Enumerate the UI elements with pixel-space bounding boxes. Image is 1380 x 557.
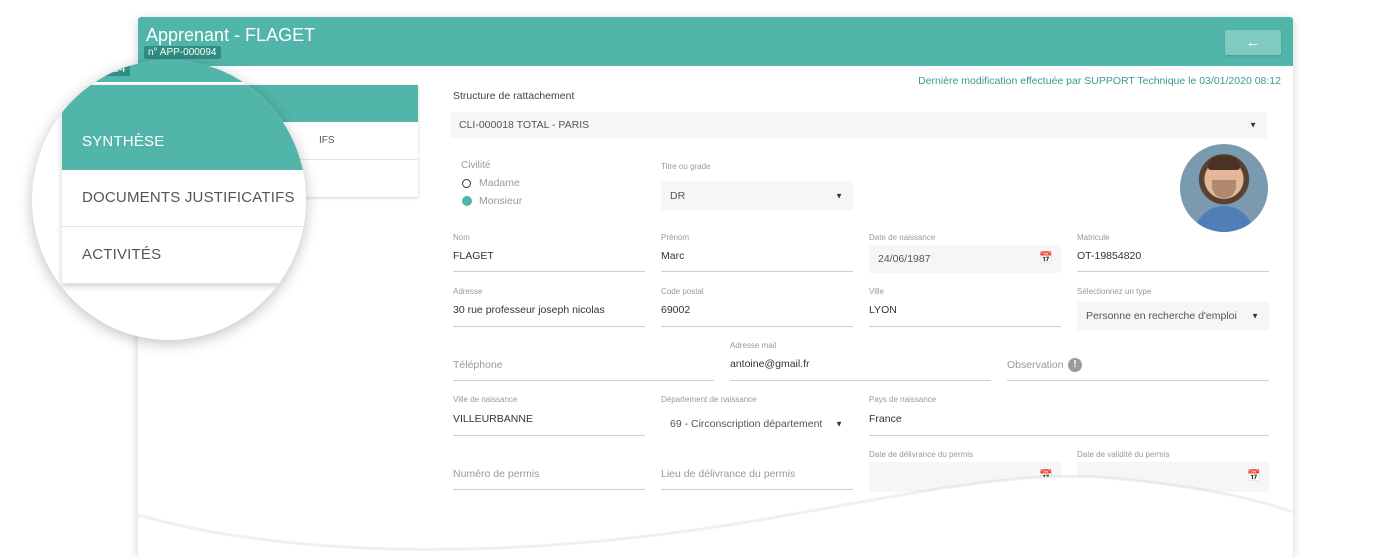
numero-permis-underline	[453, 489, 645, 490]
civilite-label: Civilité	[461, 160, 491, 171]
nom-input[interactable]: FLAGET	[453, 250, 494, 262]
date-naissance-value: 24/06/1987	[878, 253, 931, 265]
date-naissance-input[interactable]: 24/06/1987 📅	[869, 245, 1061, 273]
code-postal-label: Code postal	[661, 287, 704, 296]
magnifier-badge: 0094	[96, 62, 131, 76]
adresse-input[interactable]: 30 rue professeur joseph nicolas	[453, 304, 605, 316]
prenom-input[interactable]: Marc	[661, 250, 684, 262]
sidebar-item-synthese-zoomed[interactable]: SYNTHÈSE	[62, 114, 306, 170]
sidebar-item-documents-zoomed[interactable]: DOCUMENTS JUSTIFICATIFS	[62, 170, 306, 227]
code-postal-input[interactable]: 69002	[661, 304, 690, 316]
sidebar-item-activites-zoomed[interactable]: ACTIVITÉS	[62, 227, 306, 284]
matricule-input[interactable]: OT-19854820	[1077, 250, 1141, 262]
matricule-label: Matricule	[1077, 233, 1110, 242]
last-modification-text: Dernière modification effectuée par SUPP…	[918, 75, 1281, 87]
email-underline	[730, 380, 991, 381]
calendar-icon[interactable]: 📅	[1039, 251, 1053, 264]
departement-select[interactable]: 69 - Circonscription département ▼	[661, 410, 853, 438]
structure-label: Structure de rattachement	[453, 90, 575, 102]
ville-label: Ville	[869, 287, 884, 296]
pays-naissance-input[interactable]: France	[869, 413, 902, 425]
observation-underline	[1007, 380, 1269, 381]
nom-label: Nom	[453, 233, 470, 242]
pays-naissance-label: Pays de naissance	[869, 395, 937, 404]
ville-input[interactable]: LYON	[869, 304, 897, 316]
numero-permis-input[interactable]: Numéro de permis	[453, 468, 539, 480]
magnifier-zoom: 0094 SYNTHÈSE DOCUMENTS JUSTIFICATIFS AC…	[32, 60, 306, 340]
adresse-label: Adresse	[453, 287, 483, 296]
ville-naissance-input[interactable]: VILLEURBANNE	[453, 413, 533, 425]
titre-select[interactable]: DR ▼	[661, 181, 853, 210]
radio-monsieur-label: Monsieur	[479, 195, 523, 207]
type-label: Sélectionnez un type	[1077, 287, 1152, 296]
caret-down-icon: ▼	[835, 191, 843, 200]
ville-underline	[869, 326, 1061, 327]
departement-label: Département de naissance	[661, 395, 757, 404]
telephone-input[interactable]: Téléphone	[453, 359, 503, 371]
magnifier-header: 0094	[32, 60, 306, 82]
learner-card: Apprenant - FLAGET n° APP-000094 ← Derni…	[138, 17, 1293, 557]
titre-value: DR	[670, 189, 686, 202]
structure-value: CLI-000018 TOTAL - PARIS	[459, 119, 590, 131]
info-icon[interactable]: !	[1068, 358, 1082, 372]
date-delivrance-input[interactable]: 📅	[869, 462, 1061, 492]
nom-underline	[453, 271, 645, 272]
email-input[interactable]: antoine@gmail.fr	[730, 358, 810, 370]
avatar[interactable]	[1180, 144, 1268, 232]
radio-madame-label: Madame	[479, 177, 520, 189]
type-select[interactable]: Personne en recherche d'emploi ▼	[1077, 302, 1269, 330]
lieu-permis-underline	[661, 489, 853, 490]
radio-madame[interactable]	[462, 179, 471, 188]
sidebar-menu-zoomed: SYNTHÈSE DOCUMENTS JUSTIFICATIFS ACTIVIT…	[62, 85, 306, 284]
lieu-permis-input[interactable]: Lieu de délivrance du permis	[661, 468, 795, 480]
titre-label: Titre ou grade	[661, 162, 711, 171]
reference-badge: n° APP-000094	[144, 46, 221, 59]
telephone-underline	[453, 380, 714, 381]
calendar-icon[interactable]: 📅	[1247, 469, 1261, 482]
caret-down-icon: ▼	[1251, 311, 1259, 321]
date-validite-input[interactable]: 📅	[1077, 462, 1269, 492]
code-postal-underline	[661, 326, 853, 327]
arrow-left-icon: ←	[1245, 34, 1261, 51]
caret-down-icon: ▼	[835, 419, 843, 429]
back-button[interactable]: ←	[1225, 30, 1281, 55]
adresse-underline	[453, 326, 645, 327]
prenom-label: Prénom	[661, 233, 690, 242]
ville-naissance-label: Ville de naissance	[453, 395, 518, 404]
departement-value: 69 - Circonscription département	[670, 418, 823, 430]
page-title: Apprenant - FLAGET	[146, 25, 316, 45]
calendar-icon[interactable]: 📅	[1039, 469, 1053, 482]
matricule-underline	[1077, 271, 1269, 272]
caret-down-icon: ▼	[1249, 120, 1257, 130]
page-header: Apprenant - FLAGET n° APP-000094 ←	[138, 17, 1293, 66]
pays-naissance-underline	[869, 435, 1269, 436]
email-label: Adresse mail	[730, 341, 777, 350]
sidebar-item-partial-label: IFS	[319, 135, 335, 146]
date-naissance-label: Date de naissance	[869, 233, 936, 242]
observation-input[interactable]: Observation	[1007, 359, 1064, 371]
prenom-underline	[661, 271, 853, 272]
ville-naissance-underline	[453, 435, 645, 436]
date-validite-label: Date de validité du permis	[1077, 450, 1170, 459]
radio-monsieur[interactable]	[462, 196, 472, 206]
date-delivrance-label: Date de délivrance du permis	[869, 450, 974, 459]
type-value: Personne en recherche d'emploi	[1086, 310, 1237, 322]
structure-select[interactable]: CLI-000018 TOTAL - PARIS ▼	[450, 112, 1267, 138]
